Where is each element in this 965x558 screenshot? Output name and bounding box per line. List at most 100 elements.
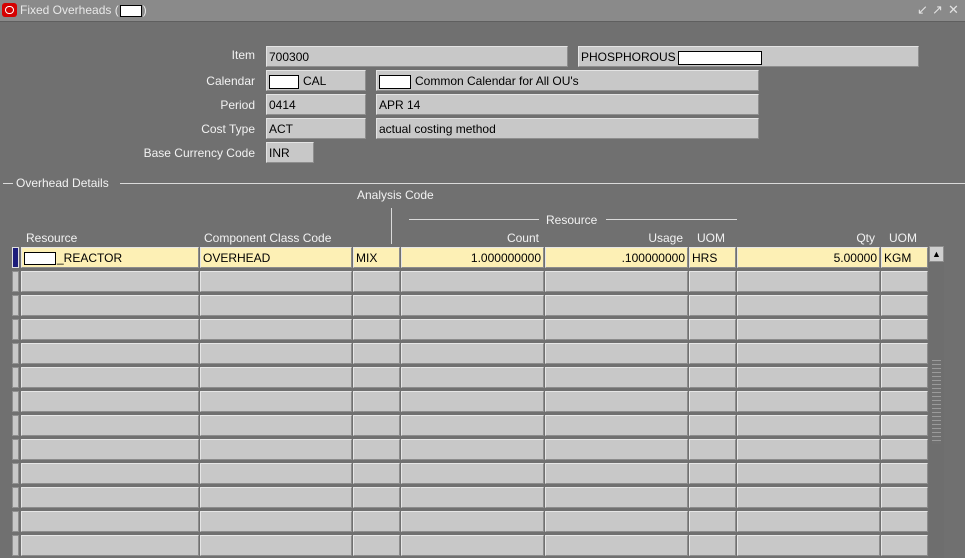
qty-uom-cell[interactable] (881, 343, 928, 364)
uom-cell[interactable] (689, 271, 736, 292)
resource-cell[interactable] (21, 535, 199, 556)
resource-cell[interactable] (21, 463, 199, 484)
analysis-code-cell[interactable] (353, 319, 400, 340)
close-icon[interactable]: ✕ (948, 2, 959, 18)
resource-cell[interactable] (21, 271, 199, 292)
qty-cell[interactable] (737, 487, 880, 508)
record-indicator[interactable] (12, 295, 19, 316)
component-class-cell[interactable] (200, 487, 352, 508)
qty-cell[interactable] (737, 415, 880, 436)
period-description-field[interactable]: APR 14 (376, 94, 759, 115)
usage-cell[interactable] (545, 319, 688, 340)
base-currency-field[interactable]: INR (266, 142, 314, 163)
uom-cell[interactable] (689, 535, 736, 556)
qty-uom-cell[interactable] (881, 271, 928, 292)
count-cell[interactable]: 1.000000000 (401, 247, 544, 268)
analysis-code-cell[interactable] (353, 487, 400, 508)
qty-cell[interactable] (737, 391, 880, 412)
qty-uom-cell[interactable] (881, 391, 928, 412)
component-class-cell[interactable] (200, 271, 352, 292)
usage-cell[interactable] (545, 415, 688, 436)
qty-cell[interactable] (737, 367, 880, 388)
count-cell[interactable] (401, 415, 544, 436)
analysis-code-cell[interactable] (353, 415, 400, 436)
uom-cell[interactable] (689, 319, 736, 340)
count-cell[interactable] (401, 511, 544, 532)
count-cell[interactable] (401, 367, 544, 388)
usage-cell[interactable]: .100000000 (545, 247, 688, 268)
maximize-icon[interactable]: ↗ (932, 2, 943, 18)
qty-uom-cell[interactable] (881, 295, 928, 316)
resource-cell[interactable] (21, 511, 199, 532)
qty-uom-cell[interactable] (881, 319, 928, 340)
resource-cell[interactable]: _REACTOR (21, 247, 199, 268)
cost-type-field[interactable]: ACT (266, 118, 366, 139)
analysis-code-cell[interactable]: MIX (353, 247, 400, 268)
analysis-code-cell[interactable] (353, 271, 400, 292)
record-indicator[interactable] (12, 511, 19, 532)
calendar-field[interactable]: CAL (266, 70, 366, 91)
uom-cell[interactable] (689, 343, 736, 364)
record-indicator[interactable] (12, 391, 19, 412)
usage-cell[interactable] (545, 439, 688, 460)
record-indicator[interactable] (12, 319, 19, 340)
qty-cell[interactable] (737, 343, 880, 364)
analysis-code-cell[interactable] (353, 511, 400, 532)
uom-cell[interactable] (689, 487, 736, 508)
record-indicator[interactable] (12, 463, 19, 484)
record-indicator[interactable] (12, 343, 19, 364)
count-cell[interactable] (401, 319, 544, 340)
usage-cell[interactable] (545, 295, 688, 316)
component-class-cell[interactable] (200, 439, 352, 460)
qty-cell[interactable] (737, 511, 880, 532)
period-field[interactable]: 0414 (266, 94, 366, 115)
count-cell[interactable] (401, 343, 544, 364)
uom-cell[interactable] (689, 391, 736, 412)
usage-cell[interactable] (545, 367, 688, 388)
resource-cell[interactable] (21, 415, 199, 436)
qty-cell[interactable] (737, 463, 880, 484)
qty-cell[interactable] (737, 295, 880, 316)
scroll-grip[interactable] (932, 360, 941, 444)
usage-cell[interactable] (545, 535, 688, 556)
usage-cell[interactable] (545, 463, 688, 484)
component-class-cell[interactable] (200, 463, 352, 484)
count-cell[interactable] (401, 391, 544, 412)
qty-uom-cell[interactable]: KGM (881, 247, 928, 268)
item-description-field[interactable]: PHOSPHOROUS (578, 46, 919, 67)
cost-type-description-field[interactable]: actual costing method (376, 118, 759, 139)
analysis-code-cell[interactable] (353, 391, 400, 412)
qty-cell[interactable] (737, 271, 880, 292)
uom-cell[interactable] (689, 511, 736, 532)
component-class-cell[interactable] (200, 319, 352, 340)
uom-cell[interactable] (689, 295, 736, 316)
count-cell[interactable] (401, 439, 544, 460)
analysis-code-cell[interactable] (353, 343, 400, 364)
resource-cell[interactable] (21, 367, 199, 388)
component-class-cell[interactable] (200, 295, 352, 316)
qty-cell[interactable] (737, 319, 880, 340)
resource-cell[interactable] (21, 319, 199, 340)
record-indicator[interactable] (12, 487, 19, 508)
resource-cell[interactable] (21, 487, 199, 508)
qty-cell[interactable] (737, 535, 880, 556)
qty-uom-cell[interactable] (881, 367, 928, 388)
usage-cell[interactable] (545, 511, 688, 532)
qty-cell[interactable] (737, 439, 880, 460)
resource-cell[interactable] (21, 343, 199, 364)
uom-cell[interactable] (689, 415, 736, 436)
uom-cell[interactable] (689, 439, 736, 460)
component-class-cell[interactable] (200, 391, 352, 412)
resource-cell[interactable] (21, 439, 199, 460)
record-indicator[interactable] (12, 415, 19, 436)
usage-cell[interactable] (545, 391, 688, 412)
minimize-icon[interactable]: ↙ (917, 2, 928, 18)
component-class-cell[interactable] (200, 511, 352, 532)
record-indicator[interactable] (12, 439, 19, 460)
usage-cell[interactable] (545, 271, 688, 292)
component-class-cell[interactable] (200, 367, 352, 388)
uom-cell[interactable] (689, 367, 736, 388)
resource-cell[interactable] (21, 391, 199, 412)
count-cell[interactable] (401, 271, 544, 292)
current-record-indicator[interactable] (12, 247, 19, 268)
